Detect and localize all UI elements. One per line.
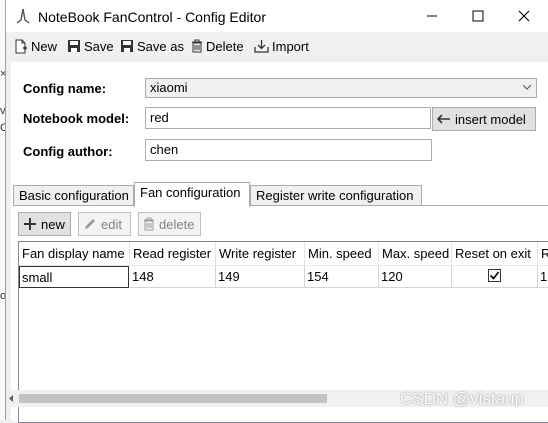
delete-button[interactable]: Delete — [191, 36, 244, 56]
new-fan-label: new — [41, 216, 65, 232]
minimize-icon — [427, 15, 437, 17]
edit-fan-label: edit — [101, 216, 122, 232]
insert-model-button[interactable]: insert model — [432, 107, 536, 131]
import-button[interactable]: Import — [254, 36, 309, 56]
scroll-left-icon[interactable] — [9, 395, 14, 402]
save-button[interactable]: Save — [67, 36, 114, 56]
new-file-icon — [15, 39, 27, 53]
cell-write-register[interactable]: 149 — [216, 266, 305, 288]
reset-on-exit-checkbox[interactable] — [488, 269, 501, 282]
edit-fan-button[interactable]: edit — [78, 212, 131, 236]
column-header-write-register[interactable]: Write register — [216, 242, 305, 266]
tab-basic-configuration[interactable]: Basic configuration — [13, 185, 134, 206]
toolbar: New Save Save as Delete Import — [6, 32, 548, 60]
cell-max-speed[interactable]: 120 — [379, 266, 452, 288]
save-as-button[interactable]: Save as — [120, 36, 184, 56]
config-author-field[interactable]: chen — [145, 139, 432, 161]
cell-min-speed[interactable]: 154 — [305, 266, 379, 288]
trash-icon — [144, 217, 154, 231]
column-header-fan-display-name[interactable]: Fan display name — [19, 242, 130, 266]
config-editor-window: NoteBook FanControl - Config Editor New — [5, 0, 548, 423]
tab-fan-configuration[interactable]: Fan configuration — [134, 182, 250, 207]
cell-truncated[interactable]: 1 — [538, 266, 548, 288]
column-header-read-register[interactable]: Read register — [130, 242, 216, 266]
config-author-label: Config author: — [23, 144, 113, 159]
column-header-truncated[interactable]: R — [538, 242, 548, 266]
column-header-max-speed[interactable]: Max. speed — [379, 242, 452, 266]
config-name-combobox[interactable]: xiaomi — [145, 78, 537, 98]
notebook-model-value: red — [150, 110, 169, 125]
delete-fan-button[interactable]: delete — [138, 212, 201, 236]
tab-label: Fan configuration — [140, 185, 241, 200]
delete-label: Delete — [206, 38, 244, 54]
title-bar: NoteBook FanControl - Config Editor — [6, 0, 548, 32]
cell-truncated-value: 1 — [540, 269, 548, 284]
watermark: CSDN @vistaup — [400, 389, 525, 408]
cell-fan-display-name[interactable]: small — [19, 266, 129, 288]
column-header-min-speed[interactable]: Min. speed — [305, 242, 379, 266]
notebook-model-label: Notebook model: — [23, 111, 130, 126]
tab-label: Register write configuration — [256, 188, 414, 203]
import-label: Import — [272, 38, 309, 54]
close-icon — [518, 10, 530, 22]
cell-read-register[interactable]: 148 — [130, 266, 216, 288]
save-as-label: Save as — [137, 38, 184, 54]
insert-model-label: insert model — [455, 111, 526, 127]
new-fan-button[interactable]: new — [18, 212, 71, 236]
config-name-label: Config name: — [23, 81, 107, 96]
save-icon — [68, 40, 80, 52]
save-label: Save — [84, 38, 114, 54]
import-icon — [254, 40, 269, 53]
trash-icon — [192, 39, 202, 53]
window-title: NoteBook FanControl - Config Editor — [38, 9, 266, 25]
minimize-button[interactable] — [409, 0, 455, 32]
pencil-icon — [85, 219, 95, 229]
tab-register-write-configuration[interactable]: Register write configuration — [250, 185, 422, 206]
editor-content: Config name: xiaomi Notebook model: red … — [11, 62, 548, 423]
config-name-value: xiaomi — [150, 80, 188, 95]
maximize-button[interactable] — [455, 0, 501, 32]
new-button[interactable]: New — [14, 36, 57, 56]
scrollbar-thumb[interactable] — [19, 394, 327, 403]
fan-app-icon — [16, 8, 30, 24]
delete-fan-label: delete — [159, 216, 195, 232]
new-label: New — [31, 38, 58, 54]
config-author-value: chen — [150, 142, 179, 157]
cell-reset-on-exit[interactable] — [452, 266, 538, 288]
tab-label: Basic configuration — [19, 188, 129, 203]
checkmark-icon — [489, 271, 500, 280]
close-button[interactable] — [501, 0, 547, 32]
maximize-icon — [472, 10, 484, 22]
save-as-icon — [121, 40, 133, 52]
plus-icon — [24, 218, 36, 230]
column-header-reset-on-exit[interactable]: Reset on exit — [452, 242, 538, 266]
arrow-left-icon — [437, 114, 450, 124]
chevron-down-icon — [523, 85, 531, 90]
notebook-model-field[interactable]: red — [145, 107, 431, 129]
tab-bar: Basic configuration Fan configuration Re… — [11, 182, 548, 207]
